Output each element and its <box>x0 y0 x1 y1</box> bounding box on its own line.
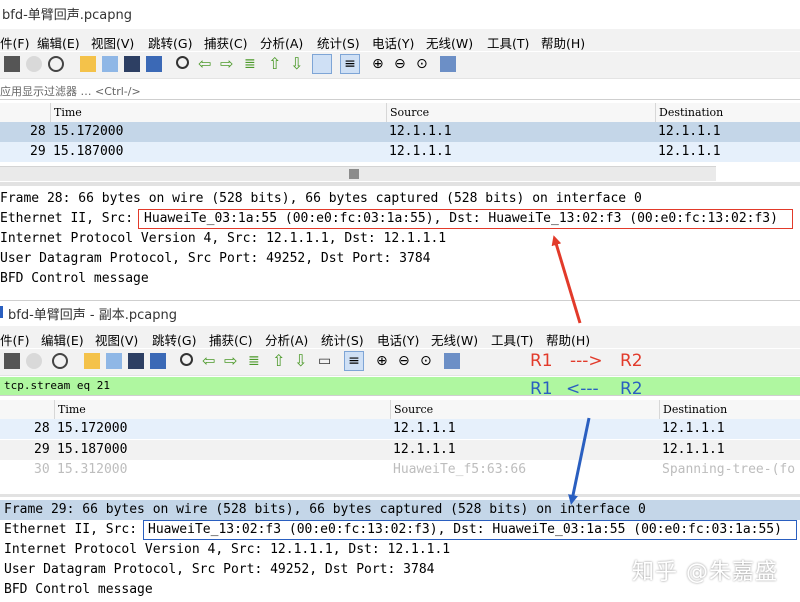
red-arrow <box>551 235 582 324</box>
watermark: 知乎 @朱嘉盛 <box>632 560 778 585</box>
blue-arrow <box>568 417 591 505</box>
annotation-arrows <box>551 235 591 505</box>
